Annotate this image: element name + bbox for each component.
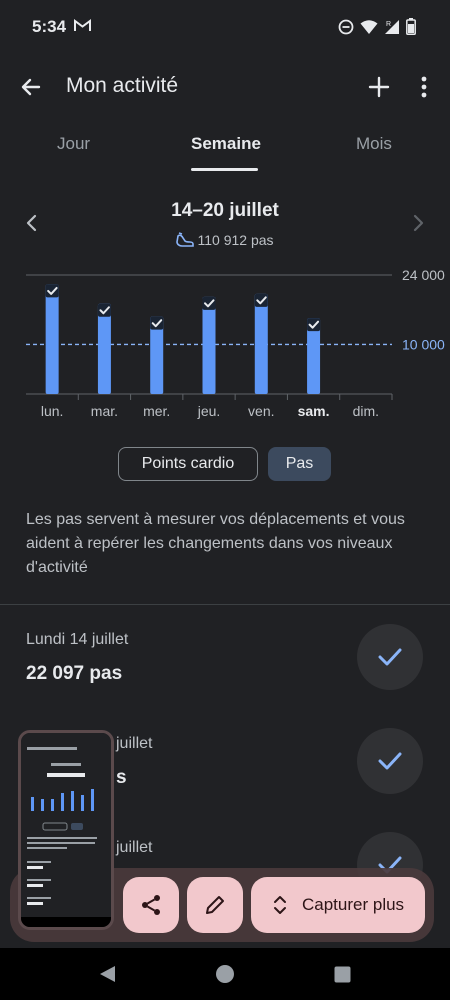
x-tick-label: dim. [353, 403, 379, 419]
period-tabs: Jour Semaine Mois [0, 126, 450, 174]
nav-recents-icon[interactable] [334, 966, 351, 988]
metric-chips: Points cardio Pas [0, 447, 450, 483]
steps-icon [176, 232, 195, 251]
capture-more-button[interactable]: Capturer plus [251, 877, 425, 933]
chart-bar [254, 293, 268, 394]
metric-description: Les pas servent à mesurer vos déplacemen… [26, 511, 405, 576]
chart-bar [202, 296, 216, 394]
day-row[interactable]: Lundi 14 juillet 22 097 pas [0, 624, 450, 727]
expand-capture-icon [274, 896, 286, 914]
y-tick-label: 24 000 [402, 267, 445, 283]
arrow-back-icon[interactable] [18, 74, 44, 100]
capture-more-label: Capturer plus [302, 895, 405, 914]
divider [0, 604, 450, 605]
share-icon [142, 895, 160, 915]
status-icons: R [338, 18, 416, 40]
range-total: 110 912 pas [0, 232, 450, 251]
chart-bar [97, 303, 111, 394]
status-bar: 5:34 R [0, 0, 450, 56]
chip-heart-points[interactable]: Points cardio [118, 447, 258, 481]
edit-button[interactable] [187, 877, 243, 933]
screenshot-thumbnail[interactable] [18, 730, 114, 930]
more-vert-icon[interactable] [414, 74, 434, 100]
x-tick-label: jeu. [197, 403, 221, 419]
steps-chart: 24 000 10 000 lun. mar. mer. jeu. ven. sam. dim. [0, 262, 450, 432]
partial-row-text: juillet [116, 839, 153, 856]
partial-row-text: s [116, 767, 127, 788]
gmail-icon [74, 19, 91, 37]
day-steps: 22 097 pas [26, 663, 123, 684]
goal-check-icon [357, 624, 423, 690]
x-tick-label: mer. [143, 403, 170, 419]
steps-chart-svg: 24 000 10 000 lun. mar. mer. jeu. ven. sam. dim. [26, 267, 445, 419]
goal-check-icon [357, 728, 423, 794]
day-date: Lundi 14 juillet [26, 631, 129, 648]
tab-week[interactable]: Semaine [191, 134, 261, 154]
x-tick-label: lun. [41, 403, 64, 419]
range-title: 14–20 juillet [171, 200, 279, 221]
edit-icon [206, 896, 224, 914]
nav-back-icon[interactable] [98, 964, 118, 989]
battery-icon [406, 18, 416, 40]
system-nav-bar [0, 948, 450, 1000]
tab-indicator [191, 168, 258, 171]
page-title: Mon activité [66, 74, 179, 97]
wifi-icon [360, 19, 378, 40]
roaming-signal-icon: R [384, 19, 400, 40]
range-total-value: 110 912 pas [197, 232, 274, 248]
dnd-icon [338, 19, 354, 40]
chart-bar [45, 284, 59, 394]
svg-text:R: R [386, 21, 391, 28]
add-icon[interactable] [366, 74, 392, 100]
x-tick-label: sam. [298, 403, 330, 419]
share-button[interactable] [123, 877, 179, 933]
tab-day[interactable]: Jour [57, 134, 90, 154]
partial-row-text: juillet [116, 735, 153, 752]
chevron-right-icon [408, 212, 428, 234]
x-tick-label: mar. [91, 403, 118, 419]
range-navigator: 14–20 juillet 110 912 pas [0, 196, 450, 256]
goal-label: 10 000 [402, 336, 445, 352]
chip-steps[interactable]: Pas [268, 447, 331, 481]
x-tick-label: ven. [248, 403, 274, 419]
nav-home-icon[interactable] [215, 964, 235, 989]
tab-month[interactable]: Mois [356, 134, 392, 154]
status-time: 5:34 [32, 17, 67, 36]
screenshot-preview-image [21, 733, 111, 927]
app-bar: Mon activité [0, 62, 450, 114]
